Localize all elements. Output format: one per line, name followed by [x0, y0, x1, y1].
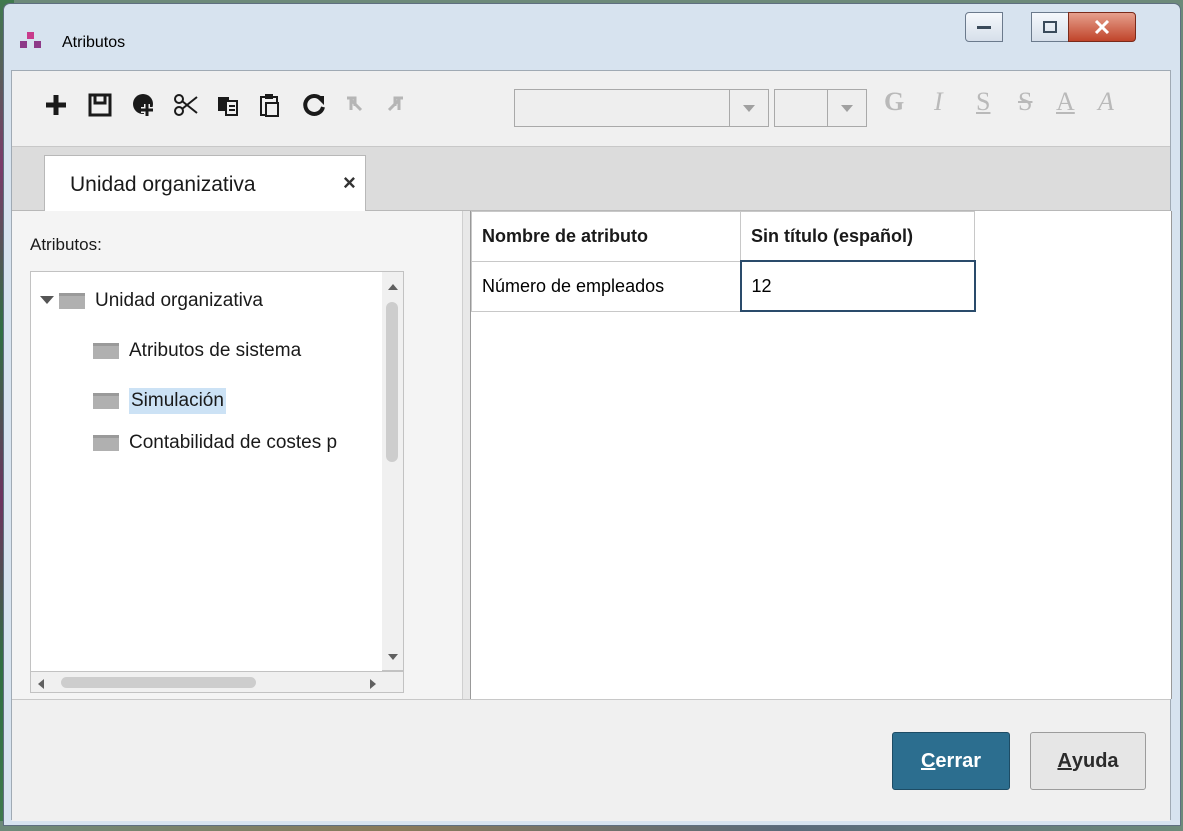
pane-splitter[interactable]: [462, 211, 470, 699]
scroll-down-icon[interactable]: [387, 648, 399, 666]
refresh-button[interactable]: [298, 91, 330, 123]
copy-button[interactable]: [212, 91, 244, 123]
scroll-right-icon[interactable]: [369, 677, 377, 695]
folder-icon: [93, 393, 119, 409]
table-header-row: Nombre de atributo Sin título (español): [471, 211, 975, 262]
strikethrough-button[interactable]: S: [1018, 87, 1032, 117]
tree-node-simulation[interactable]: Simulación: [93, 388, 226, 414]
font-size-combo[interactable]: [774, 89, 867, 127]
tree-node-cost-accounting[interactable]: Contabilidad de costes p: [93, 432, 337, 454]
undo-icon: [343, 92, 369, 123]
window-title: Atributos: [62, 34, 126, 51]
font-color-button[interactable]: A: [1056, 87, 1075, 117]
dialog-body: G I S S A A Unidad organizativa × Atribu…: [11, 70, 1172, 821]
tree-node-label: Simulación: [129, 388, 226, 414]
close-button-label: errar: [935, 749, 982, 772]
content-area: Atributos: Unidad organizativa Atributos…: [12, 211, 1172, 699]
highlight-button[interactable]: A: [1098, 87, 1114, 117]
save-button[interactable]: [84, 91, 116, 123]
tree-node-label: Atributos de sistema: [129, 340, 302, 361]
column-header[interactable]: Sin título (español): [740, 211, 975, 262]
add-item-button[interactable]: [128, 91, 160, 123]
tab-unidad-organizativa[interactable]: Unidad organizativa ×: [44, 155, 366, 213]
copy-icon: [215, 92, 241, 123]
cut-icon: [173, 92, 199, 123]
add-circle-icon: [131, 92, 157, 123]
redo-button[interactable]: [378, 91, 410, 123]
tree-node-root[interactable]: Unidad organizativa: [39, 290, 263, 312]
close-icon: [1069, 13, 1135, 41]
minimize-icon: [966, 13, 1002, 41]
bold-button[interactable]: G: [884, 87, 904, 117]
attribute-name-cell[interactable]: Número de empleados: [471, 260, 741, 312]
folder-icon: [93, 343, 119, 359]
scroll-left-icon[interactable]: [37, 677, 45, 695]
help-button-mnemonic: A: [1057, 749, 1072, 772]
cut-button[interactable]: [170, 91, 202, 123]
maximize-icon: [1032, 13, 1068, 41]
paste-button[interactable]: [254, 91, 286, 123]
chevron-down-icon: [827, 90, 866, 126]
tab-close-icon[interactable]: ×: [343, 170, 356, 196]
refresh-icon: [301, 92, 327, 123]
column-header[interactable]: Nombre de atributo: [471, 211, 741, 262]
add-button[interactable]: [40, 91, 72, 123]
chevron-down-icon: [729, 90, 768, 126]
table-row[interactable]: Número de empleados 12: [471, 260, 976, 312]
tree-vertical-scrollbar[interactable]: [382, 271, 404, 671]
underline-button[interactable]: S: [976, 87, 990, 117]
scroll-up-icon[interactable]: [387, 278, 399, 296]
scrollbar-thumb[interactable]: [386, 302, 398, 462]
add-icon: [43, 92, 69, 123]
app-icon: [20, 32, 42, 48]
redo-icon: [381, 92, 407, 123]
tree-horizontal-scrollbar[interactable]: [30, 671, 404, 693]
tree-node-system-attributes[interactable]: Atributos de sistema: [93, 340, 301, 362]
undo-button[interactable]: [340, 91, 372, 123]
attributes-label: Atributos:: [30, 235, 102, 254]
maximize-button[interactable]: [1031, 12, 1069, 42]
close-button[interactable]: Cerrar: [892, 732, 1010, 790]
font-family-combo[interactable]: [514, 89, 769, 127]
tree-node-label: Contabilidad de costes p: [129, 432, 338, 453]
folder-icon: [93, 435, 119, 451]
expand-arrow-icon[interactable]: [39, 290, 55, 312]
close-window-button[interactable]: [1068, 12, 1136, 42]
tab-label: Unidad organizativa: [70, 173, 256, 196]
title-bar[interactable]: Atributos: [4, 4, 1180, 70]
tree-node-label: Unidad organizativa: [95, 290, 263, 311]
scrollbar-thumb[interactable]: [61, 677, 256, 688]
attributes-pane: Atributos: Unidad organizativa Atributos…: [12, 211, 462, 699]
help-button-label: yuda: [1071, 749, 1119, 772]
save-icon: [87, 92, 113, 123]
italic-button[interactable]: I: [934, 87, 943, 117]
minimize-button[interactable]: [965, 12, 1003, 42]
button-bar: Cerrar Ayuda: [12, 699, 1170, 821]
attribute-table: Nombre de atributo Sin título (español) …: [471, 211, 976, 312]
toolbar: G I S S A A: [12, 71, 1170, 147]
help-button[interactable]: Ayuda: [1030, 732, 1146, 790]
attribute-grid-pane: Nombre de atributo Sin título (español) …: [470, 211, 1172, 699]
paste-icon: [257, 92, 283, 123]
dialog-window: Atributos G I S S A A Unidad organizativ…: [3, 3, 1181, 826]
attribute-value-cell[interactable]: 12: [739, 260, 976, 312]
folder-icon: [59, 293, 85, 309]
attribute-tree[interactable]: Unidad organizativa Atributos de sistema…: [30, 271, 400, 691]
close-button-mnemonic: C: [920, 749, 936, 772]
